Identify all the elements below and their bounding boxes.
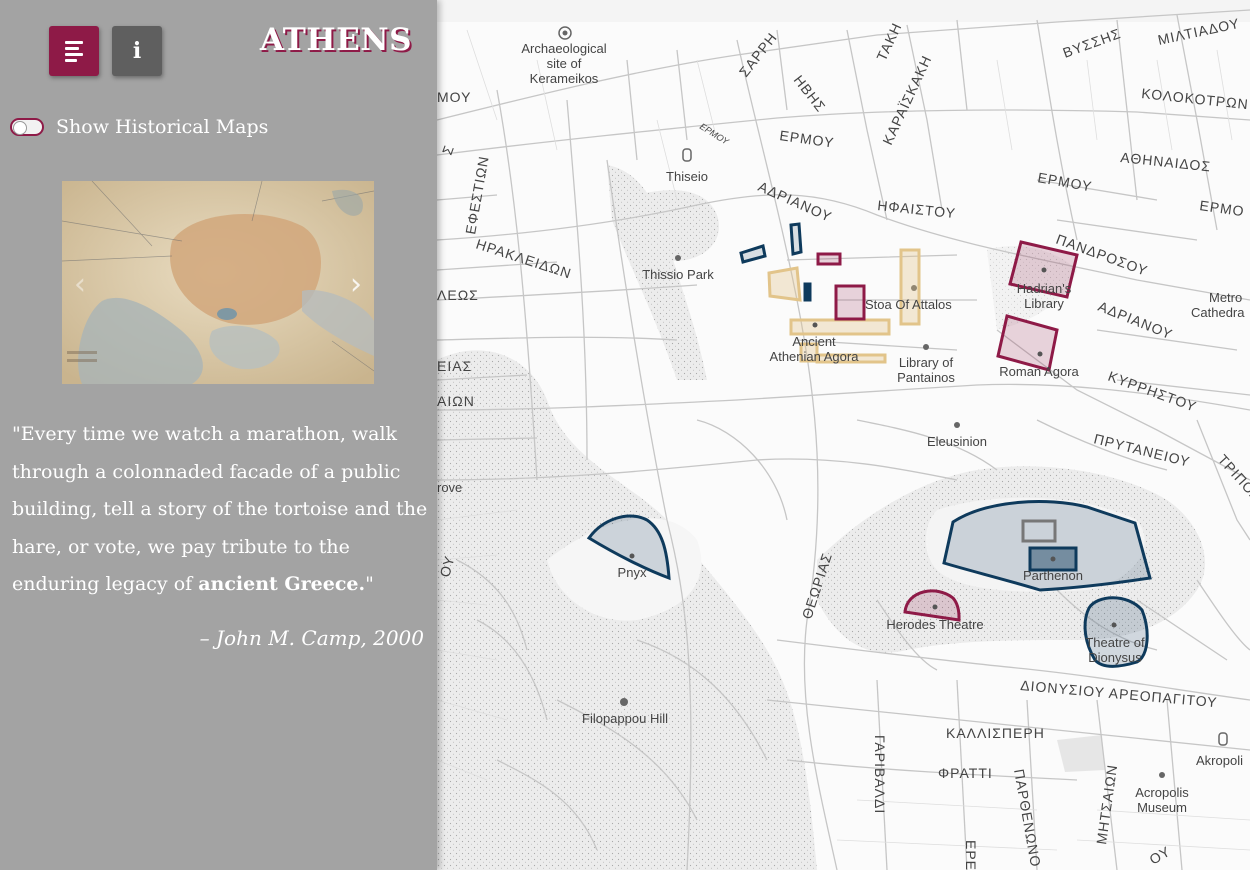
map-label-keramikos-3: Kerameikos — [530, 71, 599, 86]
map-label-thiseio: Thiseio — [666, 169, 708, 184]
map-label-keramikos-2: site of — [547, 56, 582, 71]
map-label-metro-1: Metro — [1209, 290, 1242, 305]
historical-map-image — [62, 181, 374, 384]
quote-emphasis: ancient Greece. — [198, 573, 366, 595]
historical-maps-toggle[interactable] — [10, 118, 44, 136]
toggle-knob — [13, 121, 27, 135]
map-label-metro-2: Cathedra — [1191, 305, 1245, 320]
map-label-hadrians-1: Hadrian's — [1017, 281, 1072, 296]
menu-button[interactable] — [49, 26, 99, 76]
map-label-dionysus-2: Dionysus — [1088, 650, 1142, 665]
map-label-herodes: Herodes Theatre — [886, 617, 983, 632]
street-label-aion: ΑΙΩΝ — [437, 393, 475, 409]
sidebar: i ATHENS Show Historical Maps ‹ › "Every… — [0, 0, 437, 870]
carousel-next-icon[interactable]: › — [350, 267, 362, 302]
map-label-keramikos-1: Archaeological — [521, 41, 606, 56]
menu-icon — [65, 40, 83, 62]
toggle-label: Show Historical Maps — [56, 116, 269, 138]
historical-map-carousel[interactable]: ‹ › — [62, 181, 374, 384]
map-label-pantainos-1: Library of — [899, 355, 954, 370]
street-label-ere: ΕΡΕ — [963, 840, 979, 870]
map-label-acropolis-museum-2: Museum — [1137, 800, 1187, 815]
carousel-prev-icon[interactable]: ‹ — [74, 267, 86, 302]
info-button[interactable]: i — [112, 26, 162, 76]
info-icon: i — [132, 38, 142, 64]
map-label-thissio-park: Thissio Park — [642, 267, 714, 282]
map-label-acropolis-museum-1: Acropolis — [1135, 785, 1189, 800]
map-label-dionysus-1: Theatre of — [1085, 635, 1145, 650]
map-label-agora-2: Athenian Agora — [770, 349, 860, 364]
street-label-fratti: ΦΡΑΤΤΙ — [938, 765, 993, 781]
street-label-ls: ΛΕΩΣ — [437, 287, 479, 303]
map-label-filopappou: Filopappou Hill — [582, 711, 668, 726]
map-label-agora-1: Ancient — [792, 334, 836, 349]
quote-text: "Every time we watch a marathon, walk th… — [12, 423, 428, 595]
map-label-pnyx: Pnyx — [618, 565, 647, 580]
map-label-roman-agora: Roman Agora — [999, 364, 1079, 379]
street-label-moy: ΜΟΥ — [437, 89, 471, 105]
map-label-akropoli: Akropoli — [1196, 753, 1243, 768]
street-label-eias: ΕΙΑΣ — [437, 358, 472, 374]
map-label-stoa: Stoa Of Attalos — [865, 297, 952, 312]
street-label-kallisperi: ΚΑΛΛΙΣΠΕΡΗ — [946, 725, 1045, 741]
quote: "Every time we watch a marathon, walk th… — [12, 416, 430, 604]
historical-maps-toggle-row: Show Historical Maps — [10, 116, 268, 138]
map-label-eleusinion: Eleusinion — [927, 434, 987, 449]
map-label-hadrians-2: Library — [1024, 296, 1064, 311]
quote-close: " — [365, 573, 374, 595]
map-label-grove: rove — [437, 480, 462, 495]
map-label-pantainos-2: Pantainos — [897, 370, 955, 385]
street-label-garivaldi: ΓΑΡΙΒΑΛΔΙ — [872, 735, 888, 814]
quote-attribution: – John M. Camp, 2000 — [199, 626, 424, 650]
page-title: ATHENS — [259, 22, 412, 58]
map[interactable]: Archaeological site of Kerameikos Thisei… — [437, 0, 1250, 870]
map-label-parthenon: Parthenon — [1023, 568, 1083, 583]
